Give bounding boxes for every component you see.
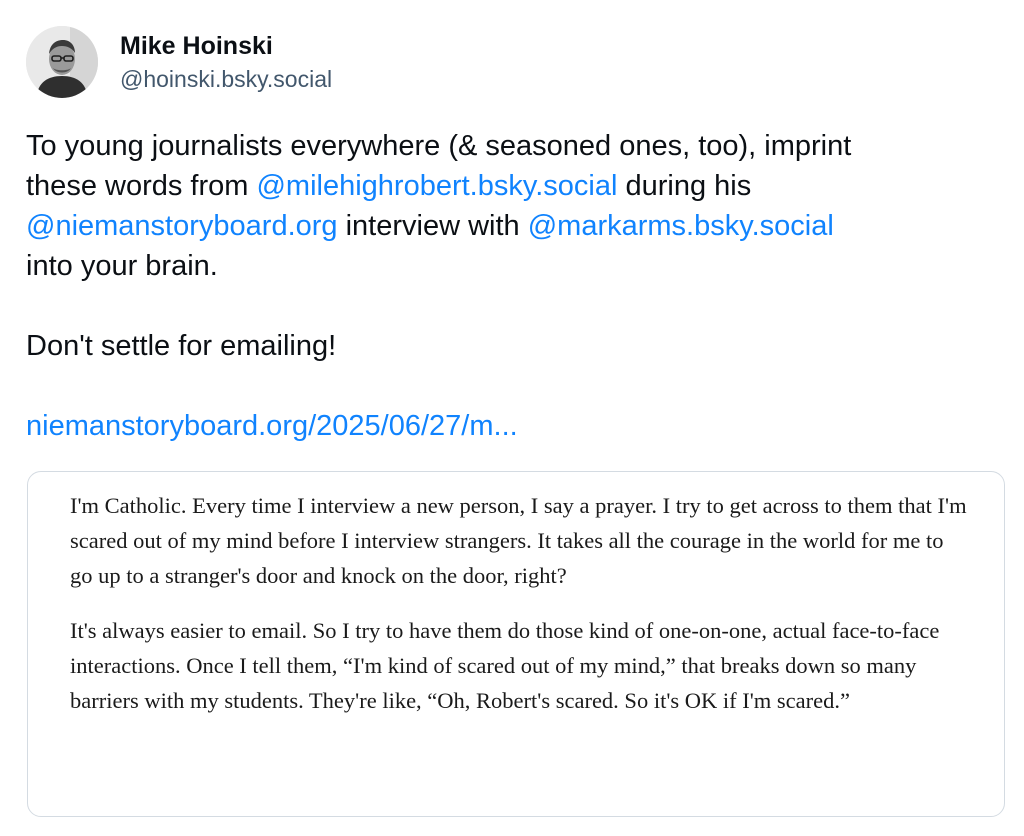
post-line: niemanstoryboard.org/2025/06/27/m... <box>26 406 1001 446</box>
post-line: into your brain. <box>26 246 1001 286</box>
profile-photo-icon <box>26 26 98 98</box>
quote-image-card[interactable]: I'm Catholic. Every time I interview a n… <box>27 471 1005 817</box>
post-text-segment: into your brain. <box>26 250 218 282</box>
post-text-segment: these words from <box>26 170 257 202</box>
post-line: these words from @milehighrobert.bsky.so… <box>26 166 1001 206</box>
post-line: Don't settle for emailing! <box>26 326 1001 366</box>
mention-link-niemanstoryboard[interactable]: @niemanstoryboard.org <box>26 210 338 242</box>
mention-link-markarms[interactable]: @markarms.bsky.social <box>528 210 834 242</box>
post: Mike Hoinski @hoinski.bsky.social To you… <box>26 24 1006 817</box>
post-text: To young journalists everywhere (& seaso… <box>26 126 1001 446</box>
post-text-segment: interview with <box>337 210 528 242</box>
post-line: @niemanstoryboard.org interview with @ma… <box>26 206 1001 246</box>
post-text-segment: Don't settle for emailing! <box>26 330 337 362</box>
quote-paragraph-2: It's always easier to email. So I try to… <box>70 618 940 713</box>
post-text-segment: To young journalists everywhere (& seaso… <box>26 130 852 162</box>
author-handle[interactable]: @hoinski.bsky.social <box>120 63 332 95</box>
author-display-name[interactable]: Mike Hoinski <box>120 29 332 63</box>
avatar[interactable] <box>26 26 98 98</box>
post-header: Mike Hoinski @hoinski.bsky.social <box>26 24 1006 100</box>
mention-link-milehighrobert[interactable]: @milehighrobert.bsky.social <box>256 170 617 202</box>
external-article-link[interactable]: niemanstoryboard.org/2025/06/27/m... <box>26 410 518 442</box>
author-names: Mike Hoinski @hoinski.bsky.social <box>120 29 332 95</box>
post-text-segment: during his <box>617 170 752 202</box>
quote-paragraph-1: I'm Catholic. Every time I interview a n… <box>70 493 967 588</box>
quote-text: I'm Catholic. Every time I interview a n… <box>70 488 970 718</box>
post-line: To young journalists everywhere (& seaso… <box>26 126 1001 166</box>
